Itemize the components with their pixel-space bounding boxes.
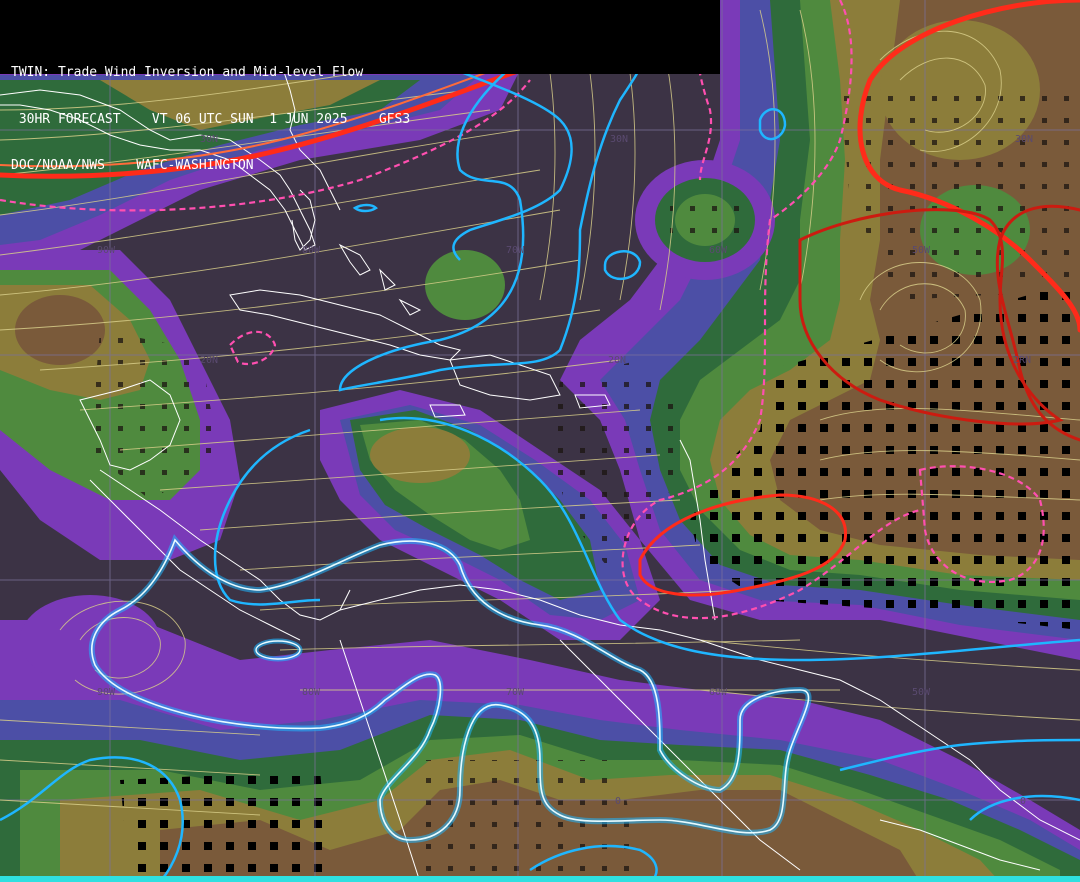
header-title: TWIN: Trade Wind Inversion and Mid-level… <box>11 65 364 80</box>
lon-label: 90W <box>97 245 116 256</box>
lon-label: 70W <box>506 245 525 256</box>
lon-label: 50W <box>912 245 931 256</box>
lon-label: 70W <box>506 687 525 698</box>
stipple-sw <box>120 770 330 882</box>
bottom-accent-bar <box>0 876 1080 882</box>
lon-label: 60W <box>709 245 728 256</box>
header-forecast-time: 30HR FORECAST VT 06 UTC SUN 1 JUN 2025 G… <box>11 111 411 127</box>
eq-label: 0 <box>1020 796 1026 807</box>
lat-label: 20N <box>608 355 626 366</box>
forecast-map: 30N 30N 30N 20N 20N 2RN 90W 80W 70W 60W … <box>0 0 1080 882</box>
lon-label: 50W <box>912 687 931 698</box>
header-agency: DOC/NOAA/NWS WAFC-WASHINGTON <box>11 158 254 173</box>
lat-label: 30N <box>1015 134 1033 145</box>
lat-label: 20N <box>200 355 218 366</box>
lon-label: 60W <box>709 687 728 698</box>
eq-label: 0 <box>615 796 621 807</box>
lat-label: 2RN <box>1013 355 1031 366</box>
chart-header: TWIN: Trade Wind Inversion and Mid-level… <box>0 0 720 173</box>
lon-label: 80W <box>302 245 321 256</box>
shade-cell2 <box>425 250 505 320</box>
lon-label: 90W <box>97 687 116 698</box>
lon-label: 80W <box>302 687 321 698</box>
